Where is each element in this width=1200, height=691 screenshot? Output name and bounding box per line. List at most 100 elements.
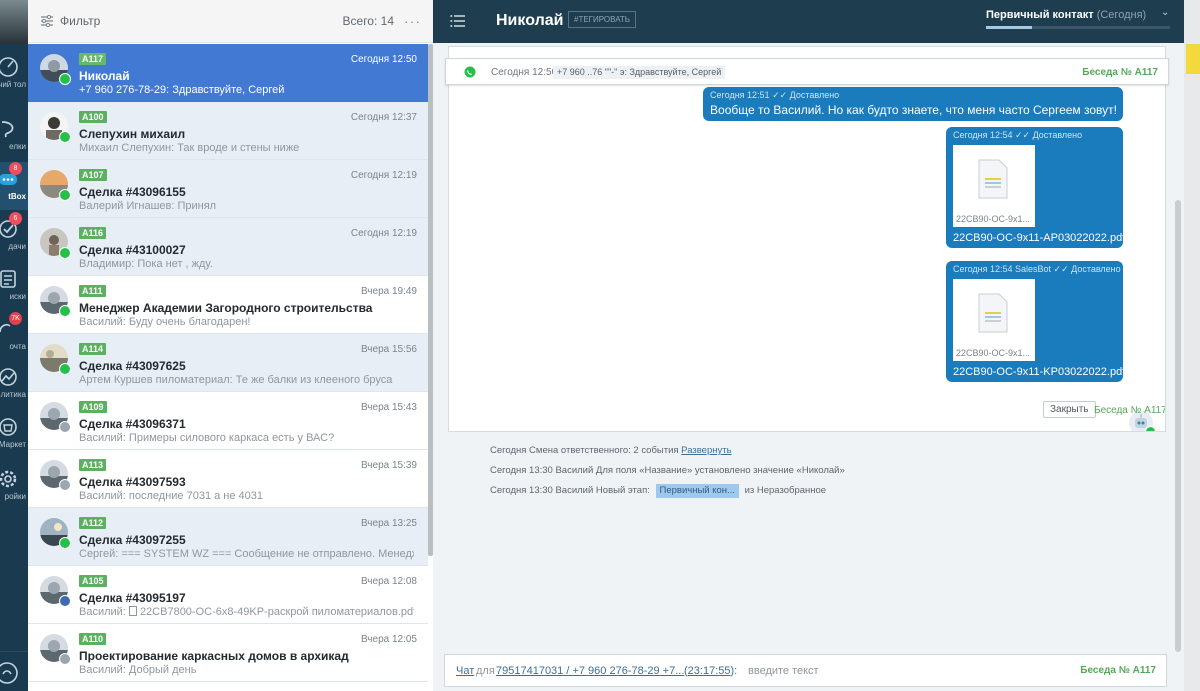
file-link[interactable]: 22CB90-OC-9x11-AP03022022.pdf — [953, 232, 1125, 244]
whatsapp-icon — [59, 247, 71, 259]
nav-item-tasks[interactable]: 6 дачи — [0, 212, 28, 260]
message-composer: Чат для 79517417031 / +7 960 276-78-29 +… — [444, 654, 1167, 687]
dashboard-icon — [0, 57, 18, 77]
conversation-title: Сделка #43095197 — [79, 591, 186, 605]
help-icon — [0, 662, 18, 684]
conversation-row[interactable]: A110 Проектирование каркасных домов в ар… — [28, 624, 428, 682]
file-thumb-name: 22CB90-OC-9x1... — [956, 348, 1031, 358]
stage-name: Первичный контакт — [986, 9, 1094, 21]
chat-scrollbar[interactable] — [1175, 200, 1181, 652]
file-link[interactable]: 22CB90-OC-9x11-KP03022022.pdf — [953, 366, 1125, 378]
stage-progress-fill — [986, 26, 1032, 29]
conversation-row[interactable]: A117 Николай +7 960 276-78-29: Здравству… — [28, 44, 428, 102]
nav-item-label: бочий тол — [0, 80, 26, 89]
message-input[interactable] — [748, 661, 1078, 681]
message-meta: Сегодня 12:54 SalesBot ✓✓ Доставлено — [953, 264, 1121, 274]
conversation-time: Сегодня 12:50 — [350, 54, 417, 65]
account-thumbnail[interactable] — [0, 0, 28, 44]
thread-header[interactable]: Сегодня 12:50 +7 960 ..76 ""-" э: Здравс… — [445, 58, 1169, 85]
inbox-badge: 8 — [9, 162, 22, 175]
nav-item-deals[interactable]: елки — [0, 112, 28, 160]
whatsapp-icon — [59, 363, 71, 375]
close-conversation-button[interactable]: Закрыть — [1043, 401, 1096, 418]
conversation-row[interactable]: A100 Слепухин михаил Михаил Слепухин: Та… — [28, 102, 428, 160]
time-link[interactable]: 23:17:55 — [688, 665, 731, 677]
conversation-time: Вчера 12:08 — [360, 576, 417, 587]
event-suffix: из Неразобранное — [744, 485, 827, 496]
nav-item-dashboard[interactable]: бочий тол — [0, 50, 28, 98]
conversation-title: Сделка #43097593 — [79, 475, 186, 489]
file-preview[interactable]: 22CB90-OC-9x1... — [953, 279, 1035, 361]
conversation-preview: Сергей: === SYSTEM WZ === Сообщение не о… — [79, 548, 414, 560]
gear-icon — [59, 479, 71, 491]
file-preview[interactable]: 22CB90-OC-9x1... — [953, 145, 1035, 227]
nav-item-label: литика — [0, 390, 26, 399]
nav-item-market[interactable]: Маркет — [0, 410, 28, 458]
composer-for-label: для — [476, 665, 495, 677]
conversation-title: Сделка #43100027 — [79, 243, 186, 257]
tag-button[interactable]: #ТЕГИРОВАТЬ — [568, 11, 637, 28]
stage-progress-bar — [986, 26, 1170, 29]
conversation-row[interactable]: A114 Сделка #43097625 Артем Куршев пилом… — [28, 334, 428, 392]
outgoing-message: Сегодня 12:51 ✓✓ Доставлено Вообще то Ва… — [703, 87, 1123, 121]
nav-item-label: Маркет — [0, 440, 26, 449]
composer-time: (23:17:55): — [684, 665, 737, 677]
more-icon[interactable]: ··· — [404, 13, 421, 29]
nav-item-lists[interactable]: иски — [0, 262, 28, 310]
conversation-title: Сделка #43096155 — [79, 185, 186, 199]
right-sidebar-strip — [1184, 0, 1200, 691]
event-line: Сегодня 13:30 Василий Для поля «Название… — [490, 465, 845, 476]
nav-item-analytics[interactable]: литика — [0, 360, 28, 408]
conversation-row[interactable]: A111 Менеджер Академии Загородного строи… — [28, 276, 428, 334]
event-text: Сегодня 13:30 Василий Новый этап: — [490, 485, 650, 496]
conversation-row[interactable]: A107 Сделка #43096155 Валерий Игнашев: П… — [28, 160, 428, 218]
nav-item-label: ройки — [4, 492, 26, 501]
filter-label[interactable]: Фильтр — [60, 14, 100, 28]
nav-rail: бочий тол елки 8 tBox 6 дачи иски 7K очт… — [0, 0, 28, 691]
conversation-time: Сегодня 12:37 — [350, 112, 417, 123]
recipient-phones[interactable]: 79517417031 / +7 960 276-78-29 +7... — [496, 665, 684, 677]
chat-link[interactable]: Чат — [456, 665, 474, 677]
pipeline-stage[interactable]: Первичный контакт (Сегодня) — [986, 9, 1146, 21]
conversation-row[interactable]: A112 Сделка #43097255 Сергей: === SYSTEM… — [28, 508, 428, 566]
stage-chip: Первичный кон... — [655, 484, 739, 498]
conversation-tag: A117 — [79, 53, 107, 65]
message-meta: Сегодня 12:54 ✓✓ Доставлено — [953, 130, 1083, 140]
chat-title[interactable]: Николай — [496, 12, 563, 30]
chevron-down-icon[interactable]: ⌄ — [1161, 7, 1169, 18]
conversation-row[interactable]: A113 Сделка #43097593 Василий: последние… — [28, 450, 428, 508]
file-thumb-name: 22CB90-OC-9x1... — [956, 214, 1031, 224]
thread-preview-chip: +7 960 ..76 ""-" э: Здравствуйте, Сергей — [553, 66, 726, 79]
nav-item-settings[interactable]: ройки — [0, 462, 28, 510]
conversation-list: Фильтр Всего: 14 ··· A117 Николай +7 960… — [28, 0, 433, 691]
conversation-row[interactable]: A109 Сделка #43096371 Василий: Примеры с… — [28, 392, 428, 450]
conversation-preview: +7 960 276-78-29: Здравствуйте, Сергей — [79, 84, 285, 96]
nav-item-inbox[interactable]: 8 tBox — [0, 162, 28, 210]
gear-icon — [59, 653, 71, 665]
help-button[interactable] — [0, 651, 28, 691]
menu-icon[interactable] — [450, 14, 466, 28]
gear-icon — [0, 470, 17, 488]
conversation-tag: A111 — [79, 285, 106, 297]
pdf-file-icon — [978, 293, 1008, 333]
conversation-preview: Владимир: Пока нет , жду. — [79, 258, 213, 270]
list-header: Фильтр Всего: 14 ··· — [28, 0, 433, 43]
thread-conversation-ref[interactable]: Беседа № A117 — [1082, 67, 1158, 78]
side-panel-tab[interactable] — [1186, 44, 1200, 74]
nav-item-mail[interactable]: 7K очта — [0, 312, 28, 360]
conversation-tag: A105 — [79, 575, 107, 587]
conversation-title: Сделка #43096371 — [79, 417, 186, 431]
gear-icon — [59, 421, 71, 433]
nav-item-label: дачи — [8, 242, 26, 251]
composer-conversation-ref[interactable]: Беседа № A117 — [1080, 665, 1156, 676]
conversation-row[interactable]: A105 Сделка #43095197 Василий: 22CB7800-… — [28, 566, 428, 624]
conversation-ref[interactable]: Беседа № A117 — [1094, 405, 1165, 416]
conversation-tag: A109 — [79, 401, 107, 413]
conversation-time: Вчера 19:49 — [360, 286, 417, 297]
conversation-time: Сегодня 12:19 — [350, 228, 417, 239]
conversation-row[interactable]: A116 Сделка #43100027 Владимир: Пока нет… — [28, 218, 428, 276]
filter-icon[interactable] — [40, 15, 54, 27]
conversation-title: Слепухин михаил — [79, 127, 186, 141]
expand-link[interactable]: Развернуть — [681, 445, 731, 456]
conversation-preview: Валерий Игнашев: Принял — [79, 200, 217, 212]
